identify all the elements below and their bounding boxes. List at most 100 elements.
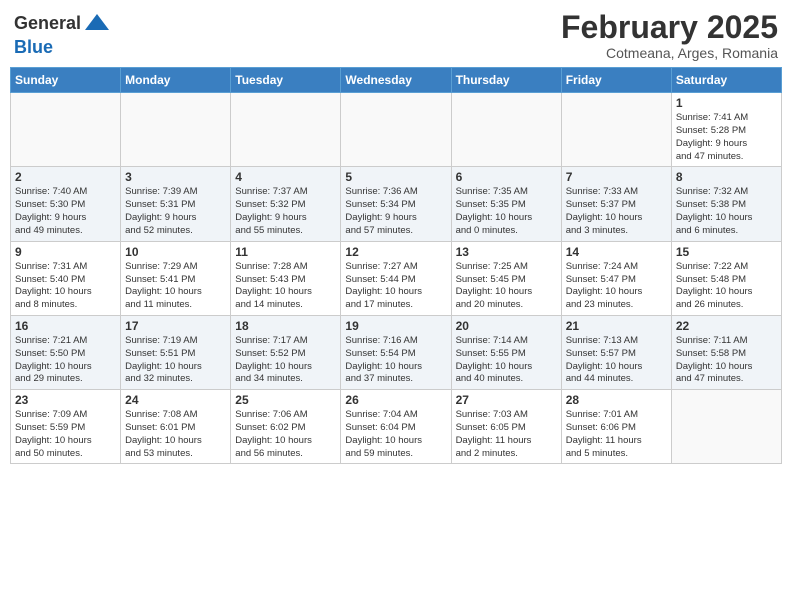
calendar-cell: 19Sunrise: 7:16 AM Sunset: 5:54 PM Dayli… <box>341 315 451 389</box>
day-info: Sunrise: 7:24 AM Sunset: 5:47 PM Dayligh… <box>566 261 667 312</box>
day-info: Sunrise: 7:41 AM Sunset: 5:28 PM Dayligh… <box>676 112 777 163</box>
calendar-cell: 11 Sunrise: 7:28 AM Sunset: 5:43 PM Dayli… <box>231 241 341 315</box>
logo: General Blue <box>14 10 111 58</box>
weekday-header-monday: Monday <box>121 68 231 93</box>
page-header: General Blue February 2025 Cotmeana, Arg… <box>10 10 782 61</box>
calendar-cell: 14 Sunrise: 7:24 AM Sunset: 5:47 PM Dayli… <box>561 241 671 315</box>
weekday-header-friday: Friday <box>561 68 671 93</box>
calendar-cell: 8 Sunrise: 7:32 AM Sunset: 5:38 PM Daylig… <box>671 167 781 241</box>
calendar-cell: 23 Sunrise: 7:09 AM Sunset: 5:59 PM Dayli… <box>11 390 121 464</box>
day-number: 14 <box>566 245 667 259</box>
calendar-cell: 7 Sunrise: 7:33 AM Sunset: 5:37 PM Daylig… <box>561 167 671 241</box>
calendar-cell <box>231 93 341 167</box>
day-number: 22 <box>676 319 777 333</box>
location-subtitle: Cotmeana, Arges, Romania <box>561 45 778 61</box>
day-number: 19 <box>345 319 446 333</box>
day-number: 4 <box>235 170 336 184</box>
day-number: 21 <box>566 319 667 333</box>
weekday-header-sunday: Sunday <box>11 68 121 93</box>
day-info: Sunrise: 7:13 AM Sunset: 5:57 PM Dayligh… <box>566 335 667 386</box>
day-info: Sunrise: 7:28 AM Sunset: 5:43 PM Dayligh… <box>235 261 336 312</box>
day-number: 17 <box>125 319 226 333</box>
day-number: 27 <box>456 393 557 407</box>
calendar-cell <box>341 93 451 167</box>
day-info: Sunrise: 7:11 AM Sunset: 5:58 PM Dayligh… <box>676 335 777 386</box>
day-number: 11 <box>235 245 336 259</box>
calendar-cell: 13Sunrise: 7:25 AM Sunset: 5:45 PM Dayli… <box>451 241 561 315</box>
calendar-cell: 27 Sunrise: 7:03 AM Sunset: 6:05 PM Dayli… <box>451 390 561 464</box>
day-number: 5 <box>345 170 446 184</box>
day-info: Sunrise: 7:31 AM Sunset: 5:40 PM Dayligh… <box>15 261 116 312</box>
day-number: 18 <box>235 319 336 333</box>
day-info: Sunrise: 7:35 AM Sunset: 5:35 PM Dayligh… <box>456 186 557 237</box>
weekday-header-row: SundayMondayTuesdayWednesdayThursdayFrid… <box>11 68 782 93</box>
calendar-cell: 6 Sunrise: 7:35 AM Sunset: 5:35 PM Daylig… <box>451 167 561 241</box>
day-number: 25 <box>235 393 336 407</box>
day-info: Sunrise: 7:29 AM Sunset: 5:41 PM Dayligh… <box>125 261 226 312</box>
day-info: Sunrise: 7:04 AM Sunset: 6:04 PM Dayligh… <box>345 409 446 460</box>
day-info: Sunrise: 7:03 AM Sunset: 6:05 PM Dayligh… <box>456 409 557 460</box>
day-info: Sunrise: 7:06 AM Sunset: 6:02 PM Dayligh… <box>235 409 336 460</box>
calendar-cell <box>671 390 781 464</box>
calendar-cell <box>121 93 231 167</box>
day-number: 28 <box>566 393 667 407</box>
day-number: 26 <box>345 393 446 407</box>
calendar-cell: 9 Sunrise: 7:31 AM Sunset: 5:40 PM Daylig… <box>11 241 121 315</box>
calendar-week-row: 16Sunrise: 7:21 AM Sunset: 5:50 PM Dayli… <box>11 315 782 389</box>
day-number: 13 <box>456 245 557 259</box>
calendar-cell: 17 Sunrise: 7:19 AM Sunset: 5:51 PM Dayli… <box>121 315 231 389</box>
day-number: 1 <box>676 96 777 110</box>
day-number: 2 <box>15 170 116 184</box>
day-number: 10 <box>125 245 226 259</box>
calendar-cell: 5 Sunrise: 7:36 AM Sunset: 5:34 PM Daylig… <box>341 167 451 241</box>
day-info: Sunrise: 7:19 AM Sunset: 5:51 PM Dayligh… <box>125 335 226 386</box>
weekday-header-thursday: Thursday <box>451 68 561 93</box>
calendar-cell: 21 Sunrise: 7:13 AM Sunset: 5:57 PM Dayli… <box>561 315 671 389</box>
calendar-cell: 15 Sunrise: 7:22 AM Sunset: 5:48 PM Dayli… <box>671 241 781 315</box>
day-number: 15 <box>676 245 777 259</box>
calendar-cell: 22 Sunrise: 7:11 AM Sunset: 5:58 PM Dayli… <box>671 315 781 389</box>
day-number: 9 <box>15 245 116 259</box>
day-info: Sunrise: 7:08 AM Sunset: 6:01 PM Dayligh… <box>125 409 226 460</box>
calendar-week-row: 2 Sunrise: 7:40 AM Sunset: 5:30 PM Daylig… <box>11 167 782 241</box>
calendar-cell: 24 Sunrise: 7:08 AM Sunset: 6:01 PM Dayli… <box>121 390 231 464</box>
day-info: Sunrise: 7:01 AM Sunset: 6:06 PM Dayligh… <box>566 409 667 460</box>
day-info: Sunrise: 7:36 AM Sunset: 5:34 PM Dayligh… <box>345 186 446 237</box>
calendar-cell: 25 Sunrise: 7:06 AM Sunset: 6:02 PM Dayli… <box>231 390 341 464</box>
calendar-cell: 1 Sunrise: 7:41 AM Sunset: 5:28 PM Daylig… <box>671 93 781 167</box>
calendar-week-row: 1 Sunrise: 7:41 AM Sunset: 5:28 PM Daylig… <box>11 93 782 167</box>
day-info: Sunrise: 7:37 AM Sunset: 5:32 PM Dayligh… <box>235 186 336 237</box>
calendar-week-row: 23 Sunrise: 7:09 AM Sunset: 5:59 PM Dayli… <box>11 390 782 464</box>
day-number: 8 <box>676 170 777 184</box>
weekday-header-wednesday: Wednesday <box>341 68 451 93</box>
day-number: 20 <box>456 319 557 333</box>
logo-text-general: General <box>14 14 81 34</box>
calendar-cell <box>451 93 561 167</box>
title-block: February 2025 Cotmeana, Arges, Romania <box>561 10 778 61</box>
calendar-cell: 26 Sunrise: 7:04 AM Sunset: 6:04 PM Dayli… <box>341 390 451 464</box>
day-number: 24 <box>125 393 226 407</box>
calendar-cell: 16Sunrise: 7:21 AM Sunset: 5:50 PM Dayli… <box>11 315 121 389</box>
day-info: Sunrise: 7:09 AM Sunset: 5:59 PM Dayligh… <box>15 409 116 460</box>
calendar-table: SundayMondayTuesdayWednesdayThursdayFrid… <box>10 67 782 464</box>
calendar-cell: 3Sunrise: 7:39 AM Sunset: 5:31 PM Daylig… <box>121 167 231 241</box>
calendar-cell <box>561 93 671 167</box>
day-info: Sunrise: 7:39 AM Sunset: 5:31 PM Dayligh… <box>125 186 226 237</box>
day-info: Sunrise: 7:14 AM Sunset: 5:55 PM Dayligh… <box>456 335 557 386</box>
calendar-cell: 2 Sunrise: 7:40 AM Sunset: 5:30 PM Daylig… <box>11 167 121 241</box>
day-info: Sunrise: 7:40 AM Sunset: 5:30 PM Dayligh… <box>15 186 116 237</box>
day-number: 7 <box>566 170 667 184</box>
calendar-week-row: 9 Sunrise: 7:31 AM Sunset: 5:40 PM Daylig… <box>11 241 782 315</box>
day-number: 23 <box>15 393 116 407</box>
calendar-cell: 4 Sunrise: 7:37 AM Sunset: 5:32 PM Daylig… <box>231 167 341 241</box>
logo-icon <box>83 10 111 38</box>
day-info: Sunrise: 7:33 AM Sunset: 5:37 PM Dayligh… <box>566 186 667 237</box>
calendar-cell: 12 Sunrise: 7:27 AM Sunset: 5:44 PM Dayli… <box>341 241 451 315</box>
day-info: Sunrise: 7:22 AM Sunset: 5:48 PM Dayligh… <box>676 261 777 312</box>
day-number: 6 <box>456 170 557 184</box>
weekday-header-saturday: Saturday <box>671 68 781 93</box>
logo-text-blue: Blue <box>14 38 53 58</box>
day-info: Sunrise: 7:27 AM Sunset: 5:44 PM Dayligh… <box>345 261 446 312</box>
day-info: Sunrise: 7:32 AM Sunset: 5:38 PM Dayligh… <box>676 186 777 237</box>
day-number: 12 <box>345 245 446 259</box>
